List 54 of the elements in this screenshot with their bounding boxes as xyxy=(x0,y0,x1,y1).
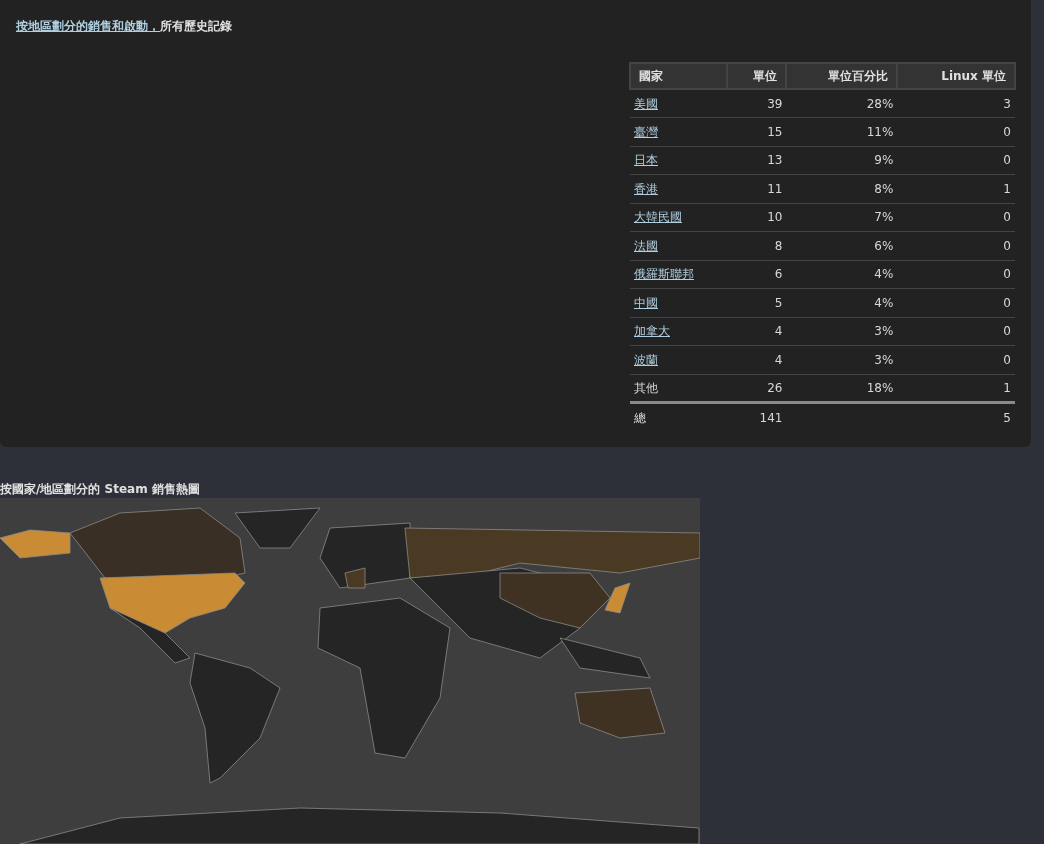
table-cell: 0 xyxy=(1003,153,1011,168)
table-cell: 4% xyxy=(874,267,894,282)
table-cell: 10 xyxy=(767,210,783,225)
table-cell: 3% xyxy=(874,352,894,367)
column-header: 單位百分比 xyxy=(786,63,898,89)
section-title-text: 所有歷史記錄 xyxy=(160,19,232,33)
table-cell: 總 xyxy=(634,410,646,425)
section-title-link[interactable]: 按地區劃分的銷售和啟動， xyxy=(16,19,160,33)
country-link[interactable]: 加拿大 xyxy=(634,324,670,339)
table-cell: 28% xyxy=(866,96,894,111)
table-cell: 3% xyxy=(874,324,894,339)
column-header: Linux 單位 xyxy=(897,63,1015,89)
table-cell: 0 xyxy=(1003,352,1011,367)
country-link[interactable]: 法國 xyxy=(634,238,658,253)
table-cell: 0 xyxy=(1003,210,1011,225)
table-cell: 1 xyxy=(1003,181,1011,196)
table-cell: 6 xyxy=(774,267,783,282)
table-cell: 1 xyxy=(1003,380,1011,395)
table-cell: 0 xyxy=(1003,324,1011,339)
country-link[interactable]: 日本 xyxy=(634,153,658,168)
table-cell: 8 xyxy=(774,238,783,253)
table-cell: 4 xyxy=(774,352,783,367)
column-header: 國家 xyxy=(630,63,727,89)
table-cell: 5 xyxy=(774,295,783,310)
country-link[interactable]: 中國 xyxy=(634,295,658,310)
table-cell: 11% xyxy=(866,124,894,139)
table-cell: 4% xyxy=(874,295,894,310)
country-link[interactable]: 香港 xyxy=(634,181,658,196)
table-cell: 7% xyxy=(874,210,894,225)
table-cell: 13 xyxy=(767,153,783,168)
table-cell: 15 xyxy=(767,124,783,139)
table-cell: 0 xyxy=(1003,295,1011,310)
country-link[interactable]: 美國 xyxy=(634,96,658,111)
table-cell: 9% xyxy=(874,153,894,168)
country-link[interactable]: 波蘭 xyxy=(634,352,658,367)
country-link[interactable]: 俄羅斯聯邦 xyxy=(634,267,694,282)
table-cell: 0 xyxy=(1003,124,1011,139)
table-cell: 0 xyxy=(1003,267,1011,282)
country-link[interactable]: 臺灣 xyxy=(634,124,658,139)
table-cell: 5 xyxy=(1003,410,1011,425)
heatmap-title: 按國家/地區劃分的 Steam 銷售熱圖 xyxy=(0,481,201,498)
table-cell: 26 xyxy=(767,380,783,395)
table-cell: 39 xyxy=(767,96,783,111)
table-cell: 其他 xyxy=(634,380,658,395)
table-cell: 18% xyxy=(866,380,894,395)
table-cell: 6% xyxy=(874,238,894,253)
table-cell: 11 xyxy=(767,181,783,196)
table-cell: 8% xyxy=(874,181,894,196)
table-cell: 0 xyxy=(1003,238,1011,253)
table-cell: 4 xyxy=(774,324,783,339)
table-cell: 141 xyxy=(759,410,783,425)
column-header: 單位 xyxy=(726,63,787,89)
country-link[interactable]: 大韓民國 xyxy=(634,210,682,225)
table-cell: 3 xyxy=(1003,96,1011,111)
